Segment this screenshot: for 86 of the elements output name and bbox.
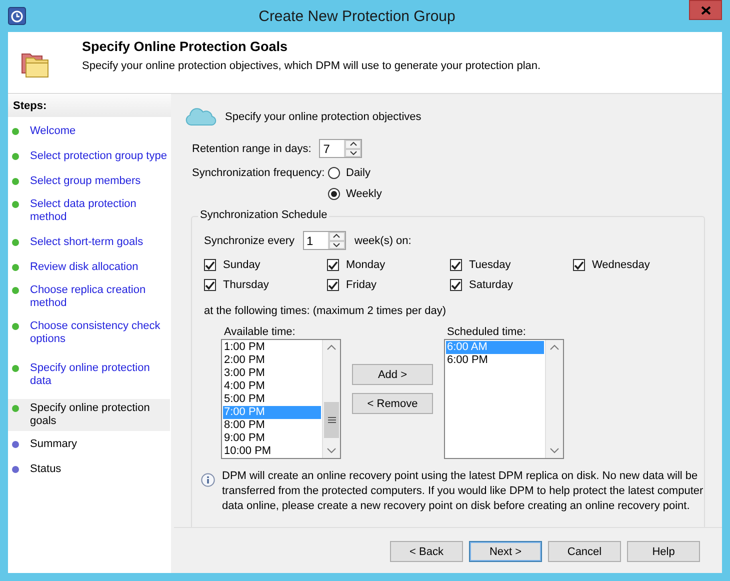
day-checkbox[interactable]: Friday <box>327 279 450 291</box>
radio-option[interactable]: Weekly <box>328 188 382 200</box>
wizard-button[interactable]: Next > <box>469 541 542 562</box>
step-label: Select data protection method <box>30 198 138 224</box>
step-label: Select short-term goals <box>30 236 144 249</box>
radio-button[interactable] <box>328 167 340 179</box>
add-button[interactable]: Add > <box>352 364 433 385</box>
day-checkbox[interactable]: Thursday <box>204 279 327 291</box>
checkbox[interactable] <box>450 259 462 271</box>
list-item[interactable]: 5:00 PM <box>223 393 321 406</box>
list-item[interactable]: 3:00 PM <box>223 367 321 380</box>
step-label: Status <box>30 463 62 476</box>
day-checkbox[interactable]: Saturday <box>450 279 573 291</box>
spin-up-icon[interactable] <box>345 140 362 148</box>
list-item[interactable]: 8:00 PM <box>223 419 321 432</box>
day-checkbox[interactable]: Monday <box>327 259 450 271</box>
checkbox[interactable] <box>327 259 339 271</box>
field-label: Retention range in days: <box>192 142 312 154</box>
checkbox[interactable] <box>204 259 216 271</box>
step-label: Choose replica creation method <box>30 284 147 310</box>
step-item[interactable]: Summary <box>8 435 170 454</box>
group-title: Synchronization Schedule <box>198 209 330 221</box>
list-label: Available time: <box>224 326 296 339</box>
spin-box[interactable]: 1 <box>302 231 346 250</box>
list-label: Scheduled time: <box>447 326 527 339</box>
list-item[interactable]: 4:00 PM <box>223 380 321 393</box>
list-item[interactable]: 9:00 PM <box>223 432 321 445</box>
step-label: Welcome <box>30 125 76 138</box>
page-title: Specify Online Protection Goals <box>82 39 289 55</box>
app-icon[interactable] <box>8 7 26 25</box>
scroll-thumb[interactable] <box>324 402 339 438</box>
wizard-button[interactable]: Help <box>627 541 700 562</box>
close-button[interactable] <box>689 0 722 20</box>
checkbox[interactable] <box>204 279 216 291</box>
day-checkbox[interactable]: Wednesday <box>573 259 696 271</box>
list-box[interactable]: 1:00 PM 2:00 PM 3:00 PM 4:00 PM 5:00 PM 7:00 PM 8:00 PM 9:00 PM 10:00 PM <box>221 339 341 459</box>
list-item[interactable]: 1:00 PM <box>223 341 321 354</box>
checkbox[interactable] <box>450 279 462 291</box>
scrollbar[interactable] <box>322 340 340 458</box>
info-icon <box>201 473 215 487</box>
spin-up-icon[interactable] <box>328 232 344 240</box>
scrollbar[interactable] <box>545 340 563 458</box>
remove-button[interactable]: < Remove <box>352 393 433 414</box>
wizard-button[interactable]: < Back <box>390 541 463 562</box>
steps-heading: Steps: <box>8 95 171 117</box>
step-label: Select group members <box>30 175 141 188</box>
cloud-icon <box>185 108 217 126</box>
list-item[interactable]: 10:00 PM <box>223 445 321 458</box>
step-label: Summary <box>30 438 78 451</box>
step-label: Choose consistency check options <box>30 320 162 346</box>
list-item[interactable]: 2:00 PM <box>223 354 321 367</box>
step-item[interactable]: Select protection group type <box>8 147 170 166</box>
field-label: Synchronize every <box>204 234 294 246</box>
step-item[interactable]: Specify online protection goals <box>8 399 170 431</box>
list-box[interactable]: 6:00 AM 6:00 PM <box>444 339 564 459</box>
info-text: DPM will create an online recovery point using the latest DPM replica on disk. No new data will be transferred from the protected computers. If you would like DPM to help protect the latest computer data online, please create a new recovery point on disk before creating an online recovery point. <box>222 469 704 514</box>
field-label: Synchronization frequency: <box>192 167 326 179</box>
step-item[interactable]: Specify online protection data <box>8 359 170 391</box>
step-item[interactable]: Select group members <box>8 172 170 191</box>
wizard-button[interactable]: Cancel <box>548 541 621 562</box>
step-label: Review disk allocation <box>30 261 138 274</box>
field-label: week(s) on: <box>354 234 412 246</box>
step-label: Select protection group type <box>30 150 167 163</box>
step-item[interactable]: Choose replica creation method <box>8 281 170 313</box>
step-label: Specify online protection goals <box>30 402 151 428</box>
grip-icon <box>328 417 336 423</box>
step-item[interactable]: Choose consistency check options <box>8 317 170 349</box>
page-subtitle: Specify your online protection objectives, which DPM will use to generate your protection plan. <box>82 60 541 72</box>
day-checkbox[interactable]: Sunday <box>204 259 327 271</box>
close-icon <box>700 6 710 14</box>
list-item[interactable]: 6:00 PM <box>446 354 544 367</box>
day-checkbox[interactable]: Tuesday <box>450 259 573 271</box>
step-label: Specify online protection data <box>30 362 151 388</box>
step-item[interactable]: Review disk allocation <box>8 258 170 277</box>
radio-button[interactable] <box>328 188 340 200</box>
spin-box[interactable]: 7 <box>319 139 362 158</box>
step-item[interactable]: Select data protection method <box>8 195 170 227</box>
step-item[interactable]: Welcome <box>8 122 170 141</box>
section-title: Specify your online protection objectives <box>225 111 422 123</box>
step-item[interactable]: Status <box>8 460 170 479</box>
instruction-text: at the following times: (maximum 2 times per day) <box>204 305 448 317</box>
window-title: Create New Protection Group <box>258 8 456 24</box>
checkbox[interactable] <box>327 279 339 291</box>
step-item[interactable]: Select short-term goals <box>8 233 170 252</box>
checkbox[interactable] <box>573 259 585 271</box>
radio-option[interactable]: Daily <box>328 167 382 179</box>
